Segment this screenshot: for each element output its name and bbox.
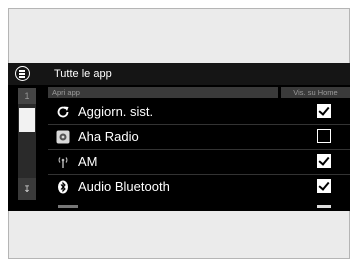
- show-on-home-checkbox[interactable]: [317, 179, 331, 193]
- list-item-label: Aggiorn. sist.: [78, 104, 154, 119]
- menu-icon[interactable]: [15, 66, 30, 81]
- page-title: Tutte le app: [54, 68, 112, 80]
- scrollbar[interactable]: 1 ↧: [18, 88, 36, 200]
- list-item-am[interactable]: AM: [48, 150, 350, 175]
- app-list-screen: Tutte le app Apri app Vis. su Home 1 ↧ A…: [8, 63, 350, 211]
- list-item-system-update[interactable]: Aggiorn. sist.: [48, 100, 350, 125]
- bluetooth-icon: [56, 180, 70, 194]
- scroll-down-button[interactable]: ↧: [18, 178, 36, 200]
- radio-tower-icon: [56, 155, 70, 169]
- column-header-open-app: Apri app: [48, 87, 278, 98]
- chevron-down-icon: ↧: [23, 184, 31, 194]
- list-item-label: Aha Radio: [78, 129, 139, 144]
- next-row-partial: [58, 205, 78, 208]
- scroll-page-indicator: 1: [18, 88, 36, 104]
- show-on-home-checkbox[interactable]: [317, 104, 331, 118]
- refresh-icon: [56, 105, 70, 119]
- column-header-show-on-home: Vis. su Home: [281, 87, 350, 98]
- next-checkbox-partial: [317, 205, 331, 208]
- show-on-home-checkbox[interactable]: [317, 154, 331, 168]
- show-on-home-checkbox[interactable]: [317, 129, 331, 143]
- scroll-thumb[interactable]: [19, 108, 35, 132]
- list-item-label: AM: [78, 154, 98, 169]
- list-item-bluetooth-audio[interactable]: Audio Bluetooth: [48, 175, 350, 200]
- list-item-label: Audio Bluetooth: [78, 179, 170, 194]
- list-item-aha-radio[interactable]: Aha Radio: [48, 125, 350, 150]
- aha-radio-icon: [56, 130, 70, 144]
- screen-header: Tutte le app: [8, 63, 350, 85]
